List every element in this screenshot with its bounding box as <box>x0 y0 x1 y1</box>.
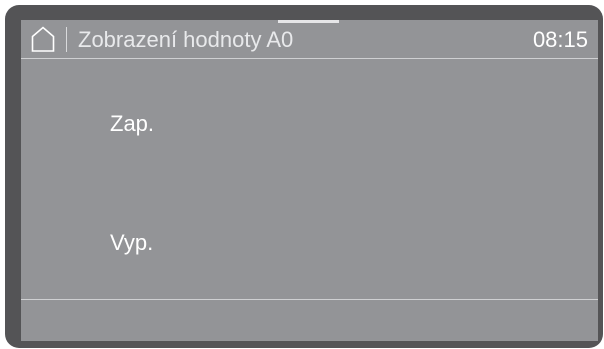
header-divider <box>66 27 67 52</box>
option-off[interactable]: Vyp. <box>21 212 598 272</box>
screen-top-indicator <box>278 20 339 23</box>
option-on[interactable]: Zap. <box>21 92 598 152</box>
home-icon[interactable] <box>31 26 55 52</box>
page-title: Zobrazení hodnoty A0 <box>78 27 294 52</box>
clock-time: 08:15 <box>532 27 588 52</box>
option-on-label: Zap. <box>110 111 155 136</box>
footer-separator <box>21 299 598 300</box>
header-bar: Zobrazení hodnoty A0 08:15 <box>21 20 598 58</box>
header-separator <box>21 58 598 59</box>
option-off-label: Vyp. <box>110 230 154 255</box>
display-screen: Zobrazení hodnoty A0 08:15 Zap. Vyp. <box>21 20 598 341</box>
